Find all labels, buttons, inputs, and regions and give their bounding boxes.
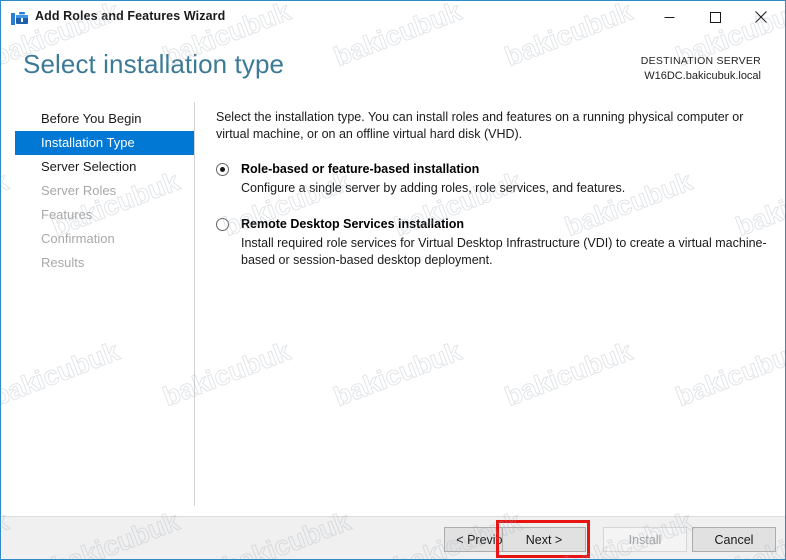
minimize-icon <box>664 16 674 18</box>
install-button: Install <box>603 527 687 552</box>
window-titlebar: Add Roles and Features Wizard <box>1 1 785 34</box>
radio-remote-desktop-services-installation[interactable] <box>216 218 229 231</box>
sidebar-item-label: Server Roles <box>41 183 117 198</box>
watermark-text: bakicubuk <box>671 336 786 413</box>
destination-server-label: DESTINATION SERVER <box>640 55 761 67</box>
option-description: Install required role services for Virtu… <box>241 236 767 267</box>
wizard-step-nav: Before You Begin Installation Type Serve… <box>1 107 194 275</box>
option-description: Configure a single server by adding role… <box>241 181 626 195</box>
server-manager-icon <box>11 9 29 26</box>
watermark-text: bakicubuk <box>158 336 295 413</box>
sidebar-item-label: Features <box>41 207 93 222</box>
radio-role-based-installation[interactable] <box>216 163 229 176</box>
sidebar-item-results: Results <box>1 251 194 275</box>
installation-type-option-remote-desktop[interactable]: Remote Desktop Services installation Ins… <box>216 216 767 269</box>
content-divider <box>194 102 195 506</box>
watermark-text: bakicubuk <box>1 336 124 413</box>
main-content: Select the installation type. You can in… <box>216 109 767 269</box>
sidebar-item-before-you-begin[interactable]: Before You Begin <box>1 107 194 131</box>
sidebar-item-label: Confirmation <box>41 231 115 246</box>
close-icon <box>755 11 767 23</box>
option-title: Remote Desktop Services installation <box>241 217 464 231</box>
add-roles-and-features-wizard-window: Add Roles and Features Wizard Select ins… <box>0 0 786 560</box>
window-title: Add Roles and Features Wizard <box>35 9 226 23</box>
next-button[interactable]: Next > <box>502 527 586 552</box>
option-title: Role-based or feature-based installation <box>241 162 480 176</box>
sidebar-item-server-roles: Server Roles <box>1 179 194 203</box>
destination-server-block: DESTINATION SERVER W16DC.bakicubuk.local <box>641 54 761 84</box>
sidebar-item-label: Before You Begin <box>41 111 142 126</box>
intro-text: Select the installation type. You can in… <box>216 110 744 141</box>
watermark-text: bakicubuk <box>500 336 637 413</box>
sidebar-item-installation-type[interactable]: Installation Type <box>15 131 194 155</box>
maximize-icon <box>709 11 721 23</box>
destination-server-name: W16DC.bakicubuk.local <box>644 70 761 82</box>
sidebar-item-label: Installation Type <box>41 135 135 150</box>
cancel-button[interactable]: Cancel <box>692 527 776 552</box>
sidebar-item-label: Server Selection <box>41 159 137 174</box>
sidebar-item-features: Features <box>1 203 194 227</box>
installation-type-option-role-based[interactable]: Role-based or feature-based installation… <box>216 161 766 197</box>
sidebar-item-server-selection[interactable]: Server Selection <box>1 155 194 179</box>
page-title: Select installation type <box>23 49 285 79</box>
wizard-button-bar: < Previous Next > Install Cancel <box>2 517 785 559</box>
watermark-text: bakicubuk <box>329 336 466 413</box>
sidebar-item-confirmation: Confirmation <box>1 227 194 251</box>
sidebar-item-label: Results <box>41 255 85 270</box>
maximize-button[interactable] <box>692 1 738 33</box>
wizard-header: Select installation type DESTINATION SER… <box>1 34 785 101</box>
minimize-button[interactable] <box>646 1 692 33</box>
close-button[interactable] <box>738 1 784 33</box>
